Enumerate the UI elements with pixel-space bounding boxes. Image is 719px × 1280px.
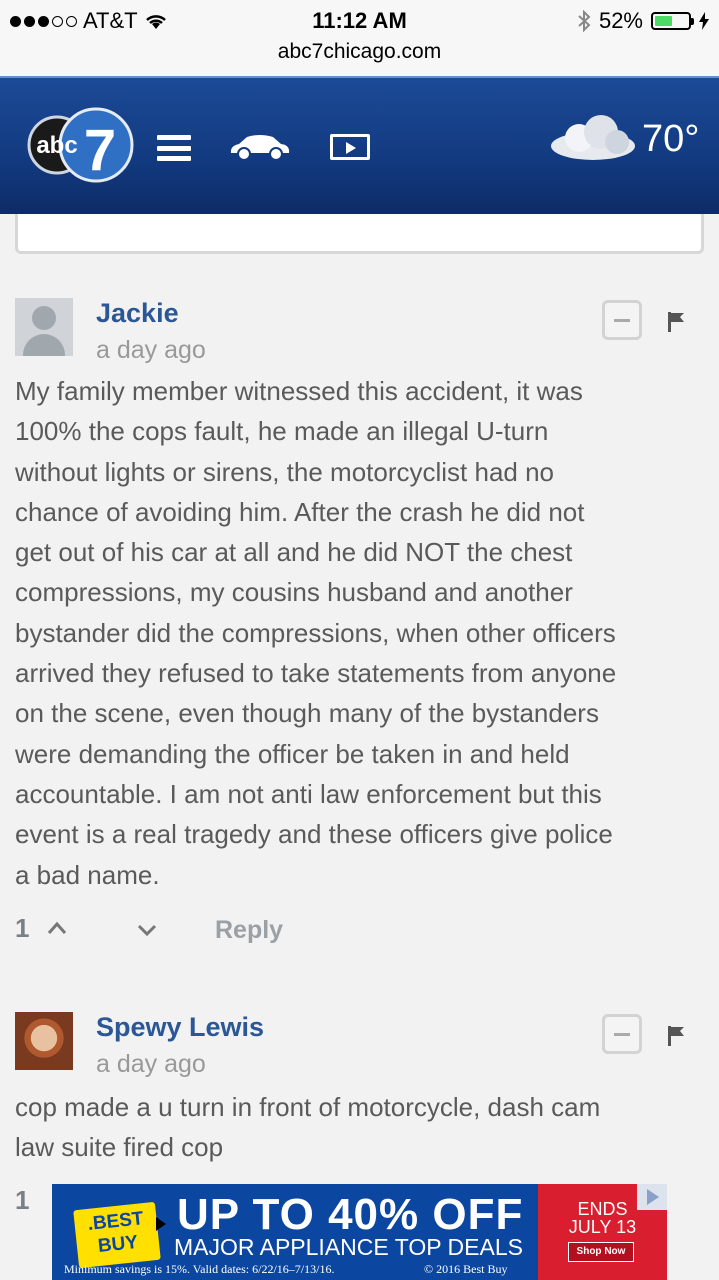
vote-bar: 1 — [15, 1185, 29, 1216]
downvote-arrow-icon[interactable] — [137, 923, 157, 937]
avatar[interactable] — [15, 298, 73, 356]
comment-time[interactable]: a day ago — [96, 1050, 206, 1079]
ad-fine-print: Minimum savings is 15%. Valid dates: 6/2… — [64, 1262, 335, 1276]
comment-time[interactable]: a day ago — [96, 336, 206, 365]
flag-icon[interactable] — [668, 1026, 686, 1046]
shop-now-button[interactable]: Shop Now — [568, 1242, 634, 1262]
comment-author[interactable]: Jackie — [96, 298, 179, 329]
comment-body: cop made a u turn in front of motorcycle… — [15, 1092, 601, 1163]
ad-banner[interactable]: .BEST BUY UP TO 40% OFF MAJOR APPLIANCE T… — [52, 1184, 667, 1280]
hamburger-menu-icon[interactable] — [157, 135, 191, 161]
logo-abc-text: abc — [36, 132, 77, 159]
collapse-button[interactable] — [602, 300, 642, 340]
reply-button[interactable]: Reply — [215, 916, 283, 945]
collapse-button[interactable] — [602, 1014, 642, 1054]
status-right: 52% — [577, 8, 709, 34]
comment-author[interactable]: Spewy Lewis — [96, 1012, 264, 1043]
bestbuy-logo: .BEST BUY — [73, 1201, 161, 1269]
abc7-logo[interactable]: abc 7 — [14, 100, 134, 190]
battery-icon — [651, 12, 694, 30]
traffic-car-icon[interactable] — [227, 133, 293, 161]
ad-copyright: © 2016 Best Buy — [424, 1262, 508, 1276]
video-play-icon[interactable] — [330, 134, 370, 160]
ad-headline: UP TO 40% OFF — [177, 1190, 524, 1239]
temperature[interactable]: 70° — [642, 118, 699, 161]
site-header: abc 7 70° — [0, 76, 719, 214]
status-bar: AT&T 11:12 AM 52% abc7chicago.com — [0, 0, 719, 76]
cloudy-weather-icon[interactable] — [549, 112, 637, 166]
vote-count: 1 — [15, 913, 30, 943]
logo-seven-text: 7 — [84, 118, 116, 183]
vote-count: 1 — [15, 1185, 30, 1215]
tag-icon — [156, 1217, 166, 1231]
avatar[interactable] — [15, 1012, 73, 1070]
comment-input-box[interactable] — [15, 214, 704, 254]
ad-subline: MAJOR APPLIANCE TOP DEALS — [174, 1234, 523, 1260]
battery-percent: 52% — [598, 8, 643, 33]
upvote-arrow-icon[interactable] — [47, 921, 67, 935]
comment-body: My family member witnessed this accident… — [15, 376, 617, 890]
charging-icon — [699, 12, 709, 30]
vote-bar: 1 — [15, 913, 29, 944]
ad-choices-icon[interactable] — [637, 1184, 667, 1210]
flag-icon[interactable] — [668, 312, 686, 332]
url-bar[interactable]: abc7chicago.com — [0, 40, 719, 64]
bluetooth-icon — [578, 10, 591, 32]
